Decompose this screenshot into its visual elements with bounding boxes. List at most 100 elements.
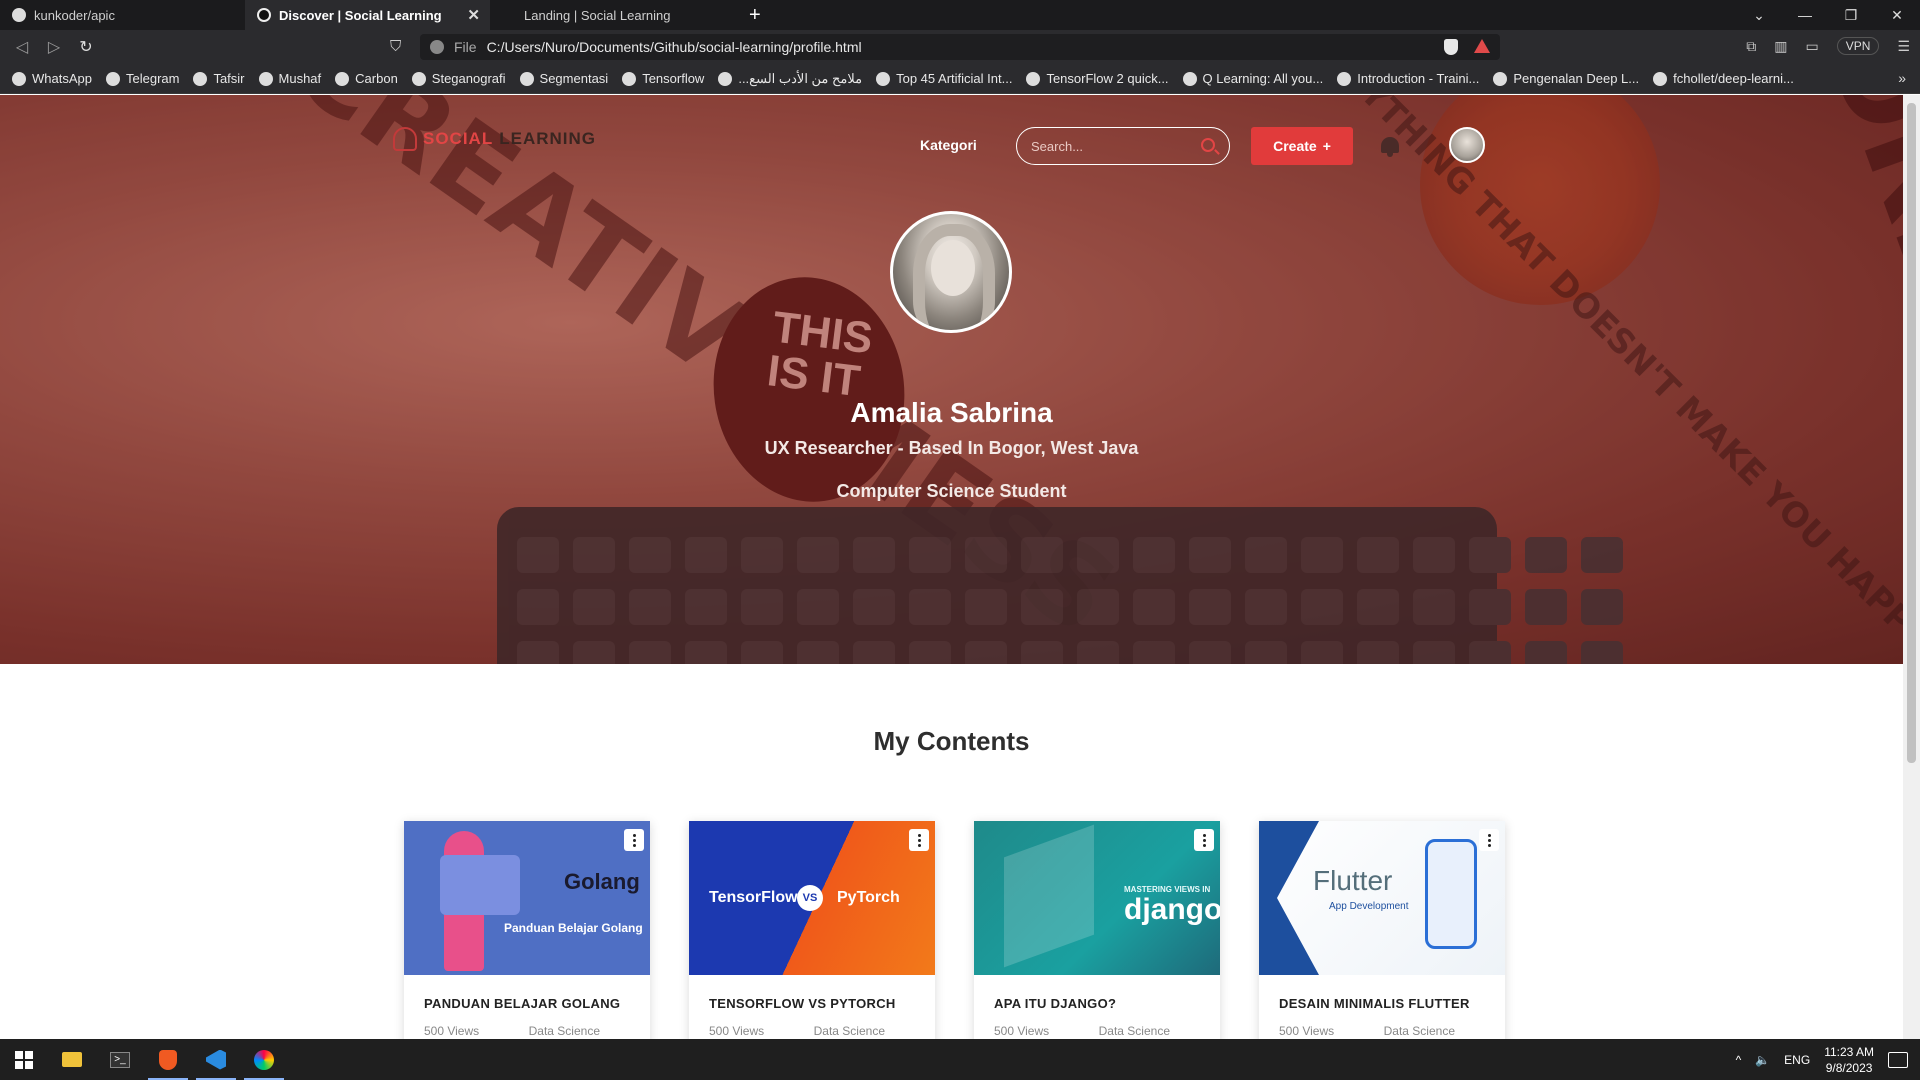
bookmark-item[interactable]: Mushaf [258, 71, 321, 86]
scrollbar-thumb[interactable] [1907, 103, 1916, 763]
tab-kunkoder-apic[interactable]: kunkoder/apic [0, 0, 245, 30]
phone-mockup [1425, 839, 1477, 949]
content-card[interactable]: MASTERING VIEWS IN django APA ITU DJANGO… [974, 821, 1220, 1039]
windows-taskbar: >_ ^ 🔈 ENG 11:23 AM 9/8/2023 [0, 1039, 1920, 1080]
language-indicator[interactable]: ENG [1784, 1053, 1810, 1067]
card-menu-button[interactable] [1479, 829, 1499, 851]
bookmarks-bar: WhatsApp Telegram Tafsir Mushaf Carbon Stegan… [0, 64, 1920, 94]
card-menu-button[interactable] [624, 829, 644, 851]
menu-icon[interactable]: ☰ [1897, 38, 1910, 55]
vpn-button[interactable]: VPN [1836, 37, 1880, 55]
bookmark-label: Tensorflow [642, 71, 705, 86]
extensions-icon[interactable]: ⧉ [1746, 38, 1756, 55]
paint-icon [254, 1049, 274, 1070]
address-toolbar: ◁ ▷ ↻ ⛉ File C:/Users/Nuro/Documents/Git… [0, 30, 1920, 64]
bookmark-item[interactable]: Introduction - Traini... [1337, 71, 1479, 86]
bell-clapper [1387, 153, 1393, 157]
close-tab-icon[interactable]: ✕ [467, 6, 480, 24]
bookmark-label: TensorFlow 2 quick... [1046, 71, 1169, 86]
brave-browser-button[interactable] [144, 1039, 192, 1080]
content-card[interactable]: Golang Panduan Belajar Golang PANDUAN BE… [404, 821, 650, 1039]
card-thumbnail: MASTERING VIEWS IN django [974, 821, 1220, 975]
card-title[interactable]: TENSORFLOW VS PYTORCH [709, 996, 896, 1011]
sidebar-icon[interactable]: ▥ [1774, 38, 1787, 55]
tab-discover-social-learning[interactable]: Discover | Social Learning ✕ [245, 0, 490, 30]
thumbnail-subtitle: App Development [1329, 901, 1409, 912]
site-logo[interactable]: SOCIAL LEARNING [393, 127, 596, 151]
brave-rewards-icon[interactable] [1474, 39, 1490, 53]
bookmark-item[interactable]: Segmentasi [519, 71, 609, 86]
site-navbar: SOCIAL LEARNING Kategori Create + [0, 95, 1903, 195]
forward-icon[interactable]: ▷ [38, 37, 70, 57]
page-scrollbar[interactable] [1903, 95, 1920, 1039]
create-button[interactable]: Create + [1251, 127, 1353, 165]
restore-icon[interactable]: ❐ [1828, 7, 1874, 24]
bookmark-label: ...ملامح من الأدب السع [738, 70, 863, 86]
bookmark-item[interactable]: TensorFlow 2 quick... [1026, 71, 1169, 86]
telegram-icon [105, 71, 120, 86]
social-learning-icon [257, 8, 271, 22]
card-views: 500 Views [994, 1024, 1050, 1038]
profile-avatar [890, 211, 1012, 333]
bookmark-label: Tafsir [213, 71, 245, 86]
bookmark-item[interactable]: Tafsir [193, 71, 245, 86]
globe-icon [718, 71, 733, 86]
bookmarks-overflow-icon[interactable]: » [1898, 70, 1906, 86]
github-icon [622, 71, 637, 86]
nav-kategori-link[interactable]: Kategori [920, 137, 977, 153]
bookmark-item[interactable]: Q Learning: All you... [1182, 71, 1323, 86]
notification-bell-icon[interactable] [1381, 137, 1401, 157]
reload-icon[interactable]: ↻ [70, 37, 102, 57]
vscode-button[interactable] [192, 1039, 240, 1080]
card-title[interactable]: APA ITU DJANGO? [994, 996, 1116, 1011]
content-card[interactable]: Flutter App Development DESAIN MINIMALIS… [1259, 821, 1505, 1039]
start-button[interactable] [0, 1039, 48, 1080]
bookmark-item[interactable]: Tensorflow [622, 71, 704, 86]
bookmark-item[interactable]: Steganografi [411, 71, 506, 86]
avatar-face-shape [931, 240, 975, 296]
file-explorer-button[interactable] [48, 1039, 96, 1080]
thumbnail-title: django [1124, 893, 1220, 926]
bookmark-page-icon[interactable]: ⛉ [390, 38, 401, 55]
page-viewport: CREATIVE MESS F**K ANYTHING THAT DOESN'T… [0, 95, 1903, 1039]
card-menu-button[interactable] [1194, 829, 1214, 851]
bookmark-item[interactable]: Carbon [335, 71, 398, 86]
bookmark-item[interactable]: ...ملامح من الأدب السع [718, 71, 862, 87]
card-meta: 500 Views Data Science [709, 1024, 915, 1038]
bookmark-item[interactable]: Top 45 Artificial Int... [876, 71, 1012, 86]
windows-logo-icon [15, 1050, 33, 1069]
volume-icon[interactable]: 🔈 [1755, 1053, 1770, 1067]
bookmark-label: Segmentasi [539, 71, 609, 86]
bookmark-item[interactable]: Pengenalan Deep L... [1493, 71, 1639, 86]
site-info-icon[interactable] [430, 40, 444, 54]
bookmark-item[interactable]: fchollet/deep-learni... [1653, 71, 1794, 86]
close-window-icon[interactable]: ✕ [1874, 7, 1920, 24]
search-input[interactable] [1031, 138, 1181, 154]
brave-shield-icon[interactable] [1444, 39, 1458, 55]
wallet-icon[interactable]: ▭ [1806, 38, 1819, 55]
content-card[interactable]: TensorFlow VS PyTorch TENSORFLOW VS PYTO… [689, 821, 935, 1039]
paint-button[interactable] [240, 1039, 288, 1080]
card-menu-button[interactable] [909, 829, 929, 851]
card-title[interactable]: DESAIN MINIMALIS FLUTTER [1279, 996, 1470, 1011]
back-icon[interactable]: ◁ [6, 37, 38, 57]
clock[interactable]: 11:23 AM 9/8/2023 [1824, 1044, 1874, 1076]
my-contents-title: My Contents [873, 726, 1030, 756]
terminal-button[interactable]: >_ [96, 1039, 144, 1080]
bookmark-item[interactable]: Telegram [105, 71, 179, 86]
browser-tab-bar: kunkoder/apic Discover | Social Learning… [0, 0, 1920, 30]
card-thumbnail: TensorFlow VS PyTorch [689, 821, 935, 975]
notification-center-icon[interactable] [1888, 1051, 1908, 1068]
url-field[interactable]: File C:/Users/Nuro/Documents/Github/soci… [420, 34, 1500, 60]
minimize-icon[interactable]: — [1782, 7, 1828, 23]
search-icon[interactable] [1201, 138, 1215, 152]
new-tab-button[interactable]: + [735, 4, 775, 27]
tab-list-chevron-icon[interactable]: ⌄ [1736, 7, 1782, 24]
show-hidden-icons-chevron-icon[interactable]: ^ [1736, 1053, 1742, 1067]
url-text[interactable]: C:/Users/Nuro/Documents/Github/social-le… [487, 39, 862, 55]
bookmark-item[interactable]: WhatsApp [12, 71, 92, 86]
card-title[interactable]: PANDUAN BELAJAR GOLANG [424, 996, 620, 1011]
card-views: 500 Views [424, 1024, 480, 1038]
user-avatar[interactable] [1449, 127, 1485, 163]
tab-landing-social-learning[interactable]: Landing | Social Learning [490, 0, 735, 30]
